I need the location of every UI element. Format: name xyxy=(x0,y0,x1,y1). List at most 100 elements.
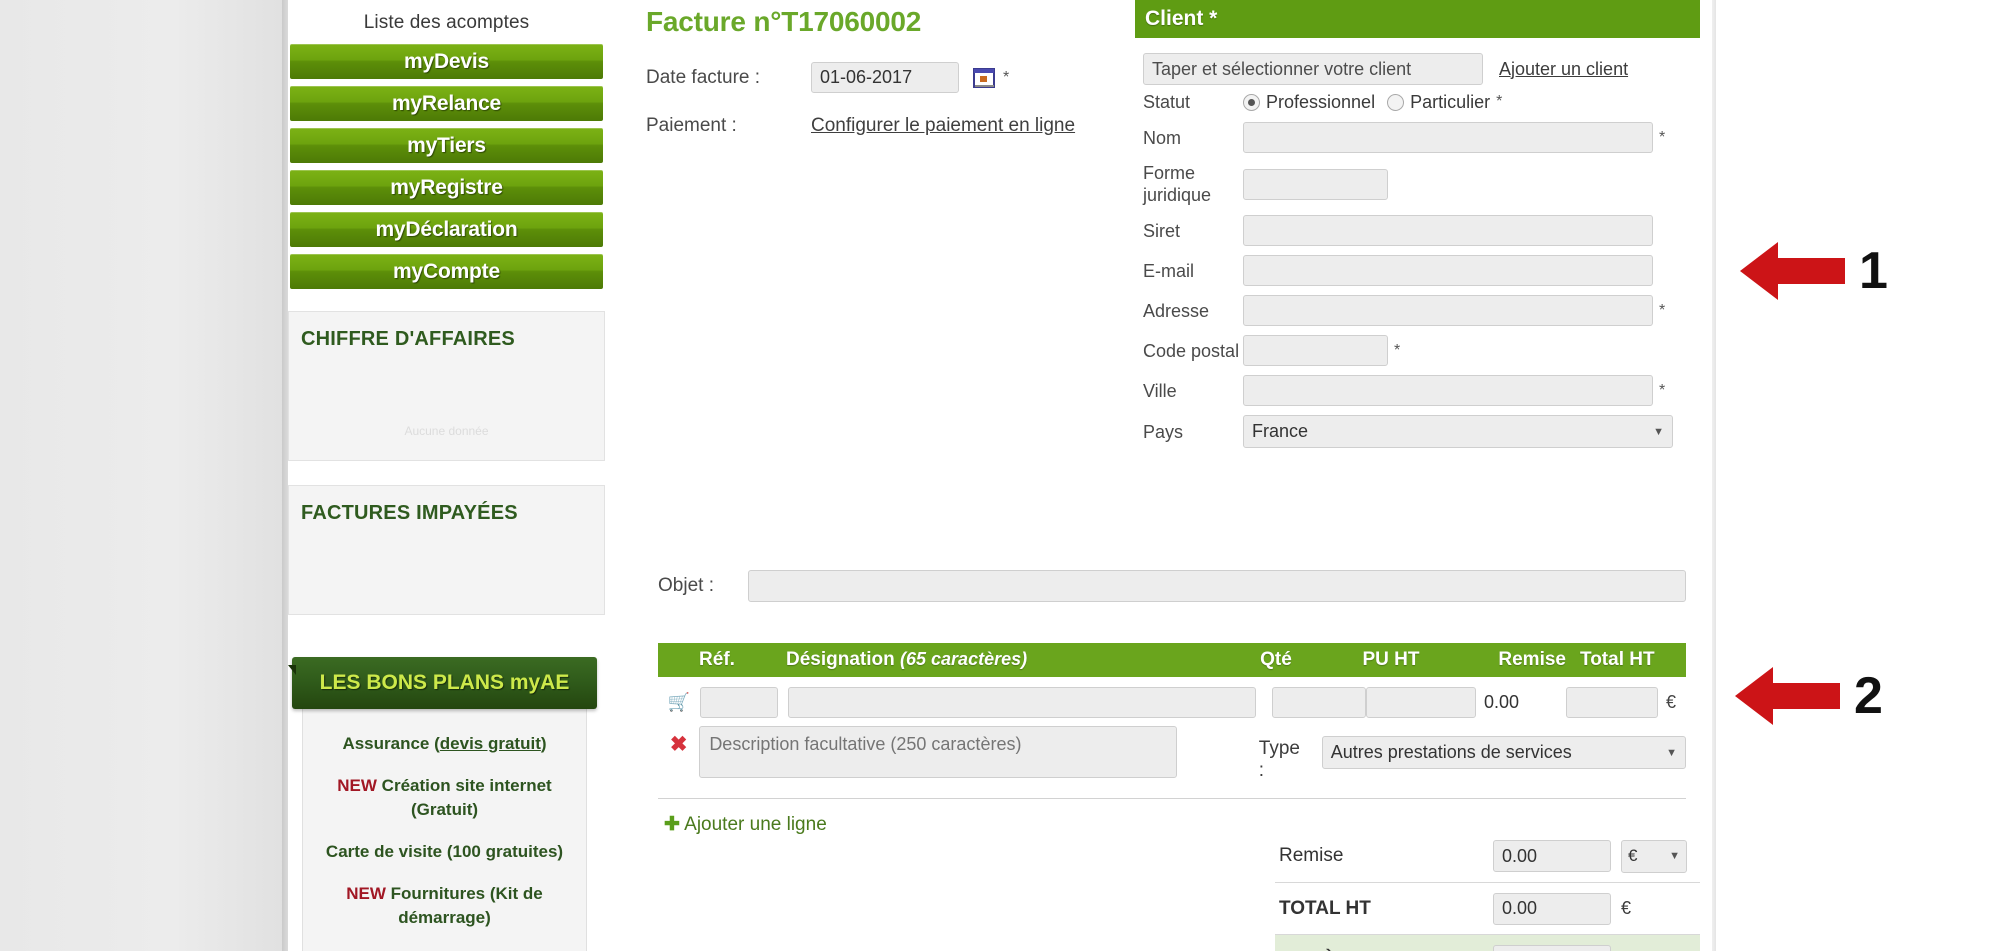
column-header-remise: Remise xyxy=(1498,649,1566,670)
left-sidebar: Liste des acomptes myDevis myRelance myT… xyxy=(288,0,605,951)
bons-item-link[interactable]: devis gratuit xyxy=(440,734,541,753)
add-line-button[interactable]: ✚ Ajouter une ligne xyxy=(658,799,827,836)
item-pu-input[interactable] xyxy=(1366,687,1476,718)
add-line-label: Ajouter une ligne xyxy=(684,814,827,835)
client-code-postal-input[interactable] xyxy=(1243,335,1388,366)
field-label: Ville xyxy=(1143,380,1177,401)
page-gutter-left xyxy=(0,0,288,951)
list-item[interactable]: Carte de visite (100 gratuites) xyxy=(313,831,576,873)
client-panel-body: Ajouter un client Statut Professionnel P… xyxy=(1135,38,1700,448)
new-badge: NEW xyxy=(337,776,377,795)
delete-line-cell[interactable]: ✖ xyxy=(658,726,699,757)
required-marker: * xyxy=(1003,68,1010,86)
item-qte-input[interactable] xyxy=(1272,687,1366,718)
close-icon[interactable]: ✖ xyxy=(670,733,688,756)
item-remise-input[interactable] xyxy=(1476,687,1566,718)
required-marker: * xyxy=(1394,341,1401,359)
calendar-icon[interactable] xyxy=(973,67,997,89)
sidebar-link-liste-des-acomptes[interactable]: Liste des acomptes xyxy=(288,0,605,44)
pays-select-value: France xyxy=(1252,421,1309,441)
type-select[interactable]: Autres prestations de services ▼ xyxy=(1321,736,1686,769)
pays-select[interactable]: France ▼ xyxy=(1243,415,1673,448)
sidebar-item-label: myDevis xyxy=(404,49,489,73)
page-gutter-right xyxy=(1712,0,2000,951)
bons-item-text: Carte de visite (100 gratuites) xyxy=(325,842,564,861)
sidebar-menu: myDevis myRelance myTiers myRegistre myD… xyxy=(288,44,605,289)
pays-label: Pays xyxy=(1143,421,1184,442)
item-designation-input[interactable] xyxy=(788,687,1256,718)
client-forme-juridique-input[interactable] xyxy=(1243,168,1388,200)
sidebar-item-mytiers[interactable]: myTiers xyxy=(290,128,603,163)
radio-particulier[interactable]: Particulier xyxy=(1387,92,1490,113)
client-panel-header: Client * xyxy=(1135,0,1700,38)
list-item[interactable]: NEW Création site internet (Gratuit) xyxy=(313,765,576,831)
sidebar-item-label: myTiers xyxy=(407,133,486,157)
objet-input[interactable] xyxy=(747,570,1686,602)
cart-icon-cell[interactable]: 🛒 xyxy=(658,692,700,713)
client-field-code-postal: Code postal * xyxy=(1135,335,1700,366)
bons-item-text: Création site internet (Gratuit) xyxy=(376,776,552,819)
page-root: Liste des acomptes myDevis myRelance myT… xyxy=(0,0,2000,951)
column-header-pu-ht: PU HT xyxy=(1362,649,1420,670)
list-item[interactable]: Assurance (devis gratuit) xyxy=(313,723,576,765)
chevron-down-icon: ▼ xyxy=(1669,850,1680,862)
totals-row-net-a-payer: NET À PAYER 0.00 € xyxy=(1275,934,1700,951)
sidebar-item-myrelance[interactable]: myRelance xyxy=(290,86,603,121)
type-select-value: Autres prestations de services xyxy=(1330,742,1572,762)
sidebar-item-mycompte[interactable]: myCompte xyxy=(290,254,603,289)
item-qte-cell xyxy=(1272,687,1366,718)
chevron-down-icon: ▼ xyxy=(1653,425,1664,438)
client-field-siret: Siret xyxy=(1135,215,1700,246)
client-adresse-input[interactable] xyxy=(1243,295,1653,326)
arrow-left-icon xyxy=(1740,242,1845,300)
item-description-textarea[interactable] xyxy=(699,726,1177,778)
cart-icon[interactable]: 🛒 xyxy=(668,692,690,712)
annotation-number: 1 xyxy=(1859,242,1888,300)
bons-item-text: Fournitures (Kit de démarrage) xyxy=(385,884,543,927)
item-ref-input[interactable] xyxy=(700,687,778,718)
client-statut-row: Statut Professionnel Particulier * xyxy=(1135,91,1700,113)
radio-professionnel[interactable]: Professionnel xyxy=(1243,92,1375,113)
totals-section: Remise 0.00 € ▼ TOTAL HT 0.00 € NET À PA… xyxy=(1275,830,1700,951)
client-ville-input[interactable] xyxy=(1243,375,1653,406)
client-field-ville: Ville * xyxy=(1135,375,1700,406)
client-field-adresse: Adresse * xyxy=(1135,295,1700,326)
list-item[interactable]: Timbre et Lettre en ligne xyxy=(313,939,576,951)
required-marker: * xyxy=(1496,93,1503,110)
item-designation-cell xyxy=(788,687,1256,718)
item-description-row: ✖ Type : Autres prestations de services … xyxy=(658,718,1686,782)
list-item[interactable]: NEW Fournitures (Kit de démarrage) xyxy=(313,873,576,939)
totals-row-total-ht: TOTAL HT 0.00 € xyxy=(1275,882,1700,934)
field-label: Code postal xyxy=(1143,340,1240,361)
client-email-input[interactable] xyxy=(1243,255,1653,286)
date-facture-input[interactable] xyxy=(811,62,959,93)
item-remise-cell xyxy=(1476,687,1566,718)
date-facture-label: Date facture : xyxy=(646,66,761,88)
total-label: TOTAL HT xyxy=(1279,897,1371,919)
remise-unit-select[interactable]: € ▼ xyxy=(1621,839,1687,873)
bons-plans-list: Assurance (devis gratuit) NEW Création s… xyxy=(302,709,587,951)
client-search-input[interactable] xyxy=(1143,53,1483,85)
objet-row: Objet : xyxy=(646,570,1699,602)
bons-plans-ribbon-title: LES BONS PLANS myAE xyxy=(288,657,597,709)
client-nom-input[interactable] xyxy=(1243,122,1653,153)
required-marker: * xyxy=(1659,381,1666,399)
bons-plans-section: LES BONS PLANS myAE Assurance (devis gra… xyxy=(288,657,605,951)
radio-off-icon[interactable] xyxy=(1387,93,1405,111)
panel-title: CHIFFRE D'AFFAIRES xyxy=(301,328,515,350)
sidebar-item-mydeclaration[interactable]: myDéclaration xyxy=(290,212,603,247)
sidebar-item-myregistre[interactable]: myRegistre xyxy=(290,170,603,205)
annotation-1: 1 xyxy=(1740,240,1888,302)
configurer-paiement-link[interactable]: Configurer le paiement en ligne xyxy=(811,115,1075,137)
radio-professionnel-label: Professionnel xyxy=(1266,91,1376,112)
sidebar-item-label: myRelance xyxy=(391,91,502,115)
sidebar-item-mydevis[interactable]: myDevis xyxy=(290,44,603,79)
client-siret-input[interactable] xyxy=(1243,215,1653,246)
currency-symbol: € xyxy=(1666,692,1677,712)
radio-on-icon[interactable] xyxy=(1243,93,1260,111)
total-value[interactable]: 0.00 xyxy=(1493,840,1611,872)
column-header-qte: Qté xyxy=(1260,649,1292,670)
field-label: E-mail xyxy=(1143,260,1195,281)
add-client-link[interactable]: Ajouter un client xyxy=(1499,59,1628,80)
panel-chiffre-daffaires: CHIFFRE D'AFFAIRES Aucune donnée xyxy=(288,311,605,461)
